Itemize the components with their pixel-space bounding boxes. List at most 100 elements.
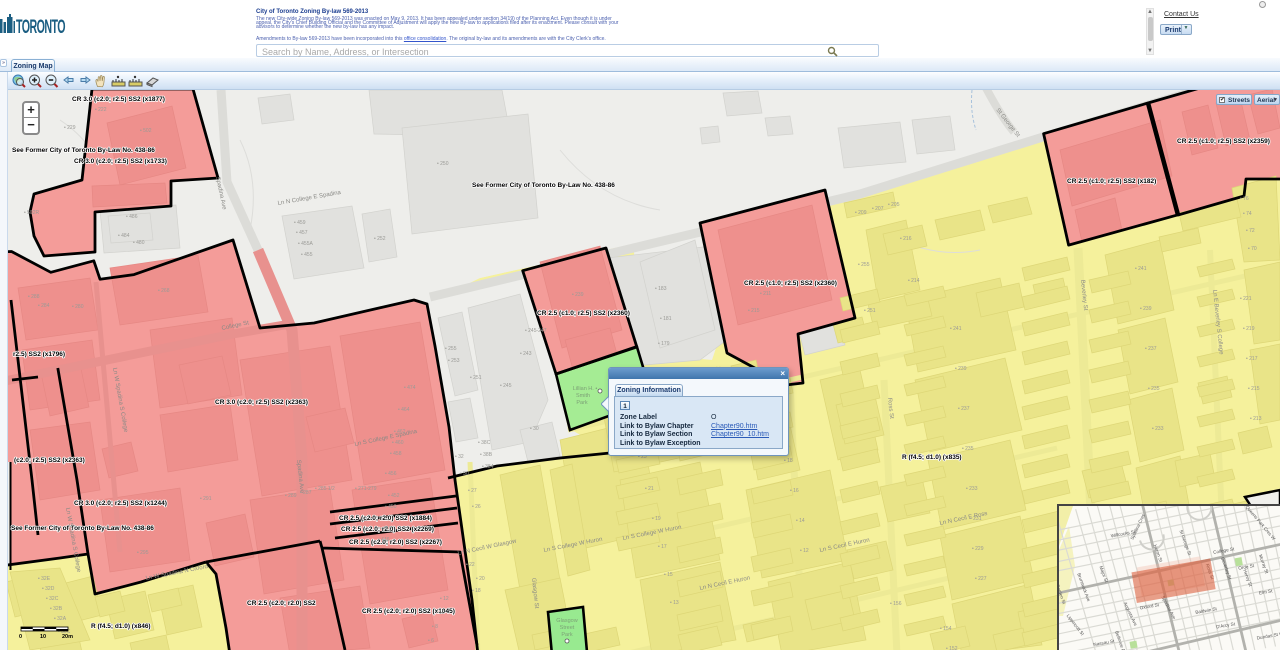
svg-text:• 233: • 233 xyxy=(1152,426,1164,432)
svg-text:• 253: • 253 xyxy=(448,358,460,364)
svg-text:• 280: • 280 xyxy=(72,304,84,310)
svg-text:• 20: • 20 xyxy=(476,576,485,582)
svg-text:• 30: • 30 xyxy=(460,471,469,477)
svg-text:CR 2.5 (c1.0; r2.5) SS2 (x236: CR 2.5 (c1.0; r2.5) SS2 (x2360) xyxy=(537,310,630,317)
svg-text:• 15: • 15 xyxy=(664,572,673,578)
svg-text:• 484: • 484 xyxy=(118,233,130,239)
svg-text:• 10: • 10 xyxy=(436,610,445,616)
svg-text:• 235: • 235 xyxy=(962,446,974,452)
svg-text:• 285 1/2: • 285 1/2 xyxy=(315,486,335,492)
svg-text:• 152: • 152 xyxy=(946,646,958,650)
svg-text:• 216: • 216 xyxy=(900,236,912,242)
svg-text:• 456: • 456 xyxy=(385,471,397,477)
svg-text:• 21: • 21 xyxy=(645,486,654,492)
svg-text:• 26: • 26 xyxy=(472,504,481,510)
svg-text:• 284: • 284 xyxy=(38,303,50,309)
svg-text:• 12: • 12 xyxy=(800,548,809,554)
svg-text:• 480: • 480 xyxy=(133,240,145,246)
svg-text:R (f4.5; d1.0) (x835): R (f4.5; d1.0) (x835) xyxy=(902,454,962,461)
svg-text:CR 2.5 (c2.0; r2.0) SS2 (x1884: CR 2.5 (c2.0; r2.0) SS2 (x1884) xyxy=(339,515,432,522)
svg-text:• 32E: • 32E xyxy=(38,576,51,582)
svg-text:• 464: • 464 xyxy=(398,407,410,413)
svg-text:• 251: • 251 xyxy=(864,308,876,314)
svg-text:• 458: • 458 xyxy=(390,451,402,457)
svg-text:• 455: • 455 xyxy=(301,252,313,258)
svg-text:• 241: • 241 xyxy=(1135,266,1147,272)
svg-text:• 229: • 229 xyxy=(972,546,984,552)
svg-text:• 448: • 448 xyxy=(380,526,392,532)
svg-text:• 245-247: • 245-247 xyxy=(525,328,547,334)
svg-text:• 181: • 181 xyxy=(660,316,672,322)
svg-text:• 27: • 27 xyxy=(468,488,477,494)
svg-text:CR 2.5 (c2.0; r2.0) SS2: CR 2.5 (c2.0; r2.0) SS2 xyxy=(247,600,316,607)
svg-text:• 13: • 13 xyxy=(670,600,679,606)
svg-text:• 250: • 250 xyxy=(437,161,449,167)
svg-text:• 156: • 156 xyxy=(890,601,902,607)
svg-text:• 457: • 457 xyxy=(296,230,308,236)
svg-text:Smith: Smith xyxy=(576,393,590,399)
svg-text:• 32: • 32 xyxy=(455,454,464,460)
svg-text:CR 2.5 (c2.0; r2.0) SS2 (x226: CR 2.5 (c2.0; r2.0) SS2 (x2267) xyxy=(349,539,442,546)
svg-text:• 214: • 214 xyxy=(908,278,920,284)
svg-text:• 462: • 462 xyxy=(394,429,406,435)
svg-text:r2.5) SS2 (x1796): r2.5) SS2 (x1796) xyxy=(13,351,65,358)
svg-text:• 14: • 14 xyxy=(796,518,805,524)
svg-text:• 459: • 459 xyxy=(294,220,306,226)
svg-text:• 227: • 227 xyxy=(975,576,987,582)
svg-text:Glasgow: Glasgow xyxy=(556,618,577,624)
svg-text:• 474: • 474 xyxy=(404,385,416,391)
svg-text:CR 2.5 (c1.0; r2.5) SS2 (x235: CR 2.5 (c1.0; r2.5) SS2 (x2359) xyxy=(1177,138,1270,145)
svg-text:• 32B: • 32B xyxy=(50,606,63,612)
svg-text:• 486: • 486 xyxy=(126,214,138,220)
svg-text:• 237: • 237 xyxy=(1145,346,1157,352)
svg-text:• 219: • 219 xyxy=(1243,326,1255,332)
svg-text:• 251: • 251 xyxy=(470,375,482,381)
svg-text:CR 2.5 (c1.0; r2.5) SS2 (x182: CR 2.5 (c1.0; r2.5) SS2 (x182) xyxy=(1067,178,1156,185)
svg-text:• 271-279: • 271-279 xyxy=(355,486,377,492)
svg-text:Street: Street xyxy=(560,625,575,631)
svg-text:• 289: • 289 xyxy=(285,493,297,499)
svg-text:• 455A: • 455A xyxy=(298,241,313,247)
svg-text:• 183: • 183 xyxy=(655,286,667,292)
svg-text:• 38B: • 38B xyxy=(480,452,493,458)
svg-text:• 18: • 18 xyxy=(784,458,793,464)
svg-text:20m: 20m xyxy=(62,634,73,640)
svg-text:• 209: • 209 xyxy=(855,210,867,216)
svg-text:• 287: • 287 xyxy=(300,490,312,496)
svg-text:• 213: • 213 xyxy=(1250,416,1262,422)
svg-text:• 154: • 154 xyxy=(940,626,952,632)
svg-text:CR 3.0 (c2.0; r2.5) SS2 (x124: CR 3.0 (c2.0; r2.5) SS2 (x1244) xyxy=(74,500,167,507)
svg-text:• 268: • 268 xyxy=(158,288,170,294)
svg-text:• 221: • 221 xyxy=(1240,296,1252,302)
svg-text:See Former City of Toronto By-: See Former City of Toronto By-Law No. 43… xyxy=(472,182,615,189)
svg-text:• 38C: • 38C xyxy=(478,440,491,446)
svg-text:• 222: • 222 xyxy=(95,107,107,113)
svg-text:0: 0 xyxy=(19,634,22,640)
svg-text:• 17: • 17 xyxy=(658,544,667,550)
svg-text:• 70: • 70 xyxy=(1248,246,1257,252)
svg-text:• 72: • 72 xyxy=(1246,228,1255,234)
svg-text:• 205: • 205 xyxy=(888,202,900,208)
svg-text:• 239: • 239 xyxy=(1140,306,1152,312)
svg-text:• 295: • 295 xyxy=(137,550,149,556)
svg-text:• 211: • 211 xyxy=(760,291,771,297)
svg-text:• 12: • 12 xyxy=(440,596,449,602)
svg-text:• 8: • 8 xyxy=(432,624,438,630)
svg-text:• 6: • 6 xyxy=(428,638,434,644)
svg-text:• 179: • 179 xyxy=(658,341,670,347)
svg-text:• 446: • 446 xyxy=(378,537,390,543)
svg-text:CR 2.5 (c1.0; r2.5) SS2 (x236: CR 2.5 (c1.0; r2.5) SS2 (x2360) xyxy=(744,280,837,287)
svg-text:• 241: • 241 xyxy=(950,326,962,332)
svg-text:CR 3.0 (c2.0; r2.5) SS2 (x187: CR 3.0 (c2.0; r2.5) SS2 (x1877) xyxy=(72,96,165,103)
svg-text:See Former City of Toronto By-: See Former City of Toronto By-Law No. 43… xyxy=(11,525,154,532)
svg-text:• 450: • 450 xyxy=(385,504,397,510)
svg-text:CR 3.0 (c2.0; r2.5) SS2 (x173: CR 3.0 (c2.0; r2.5) SS2 (x1733) xyxy=(74,158,167,165)
svg-text:• 384: • 384 xyxy=(482,464,494,470)
svg-text:• 245: • 245 xyxy=(500,383,512,389)
svg-text:• 74: • 74 xyxy=(1243,211,1252,217)
svg-text:• 460: • 460 xyxy=(392,440,404,446)
svg-text:Park: Park xyxy=(576,400,588,406)
svg-text:• 215: • 215 xyxy=(1248,386,1260,392)
svg-text:• 239: • 239 xyxy=(955,366,967,372)
svg-text:• 502: • 502 xyxy=(140,128,152,134)
